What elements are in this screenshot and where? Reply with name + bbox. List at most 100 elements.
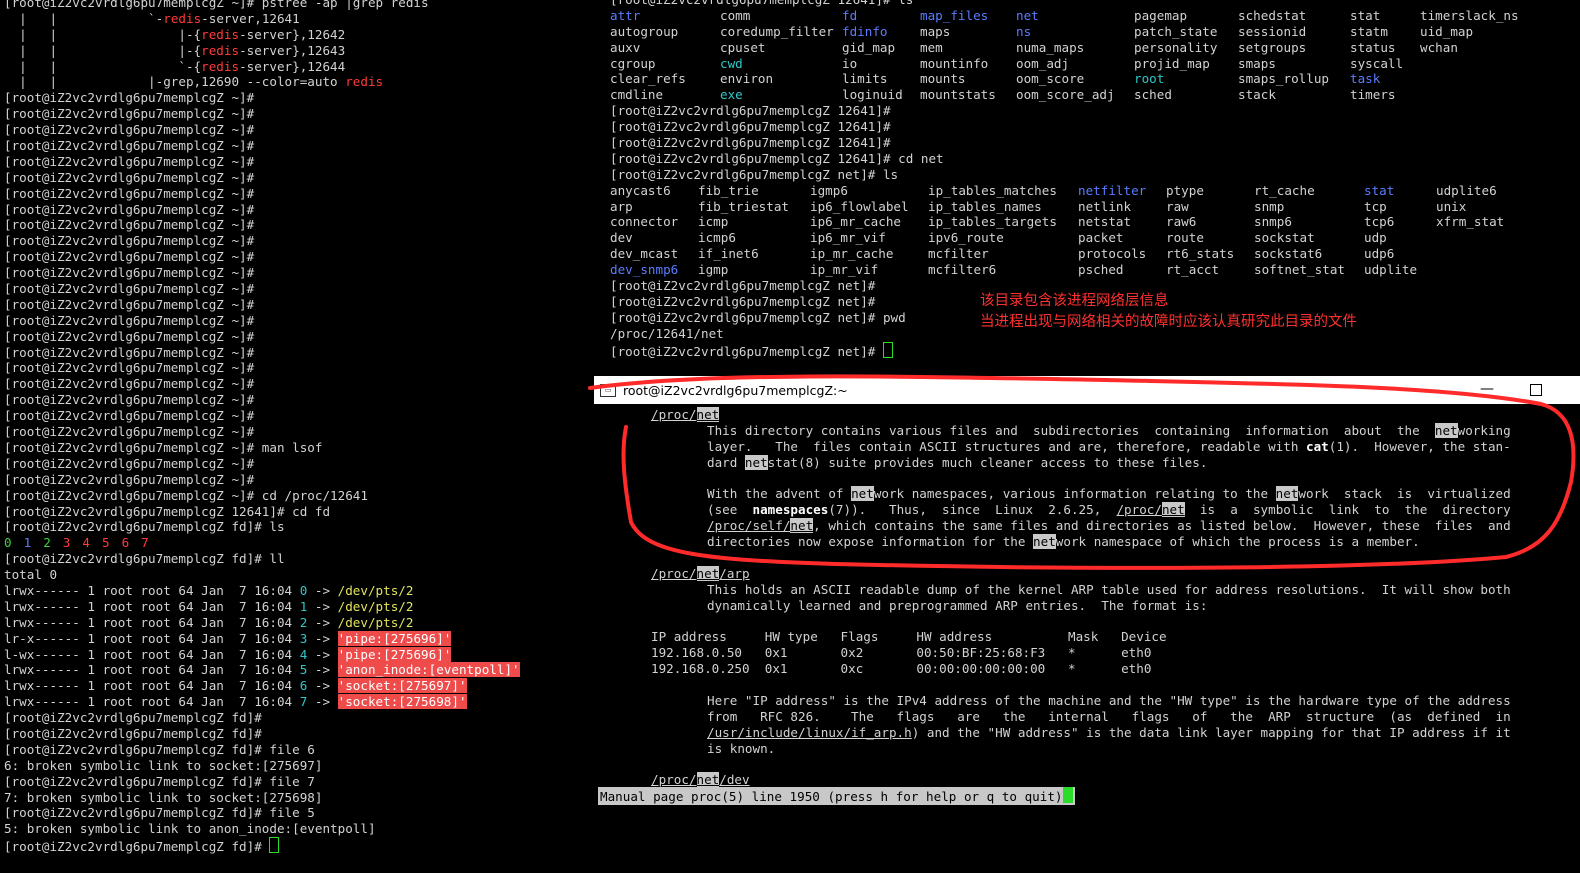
link-target: /dev/pts/2 (337, 582, 414, 598)
command-line: [root@iZ2vc2vrdlg6pu7memplcgZ ~]# cd /pr… (4, 487, 368, 503)
dir-entry: ipv6_route (928, 230, 1004, 246)
fd-entry: 3 (62, 535, 71, 551)
fd-entry: 6 (121, 535, 130, 551)
prompt-line: [root@iZ2vc2vrdlg6pu7memplcgZ ~]# (4, 201, 255, 217)
dir-entry: connector (610, 214, 679, 230)
dir-entry: patch_state (1134, 23, 1218, 39)
pstree-output-line: | | |-{redis-server},12642 (4, 26, 346, 42)
dir-entry: udplite (1364, 262, 1418, 278)
ll-row: lrwx------ 1 root root 64 Jan 7 16:04 6 … (4, 678, 467, 694)
prompt-line: [root@iZ2vc2vrdlg6pu7memplcgZ ~]# (4, 90, 255, 106)
dir-entry: mountstats (920, 87, 996, 103)
pstree-output-line: | | `-redis-server,12641 (4, 10, 300, 26)
output-line: total 0 (4, 567, 58, 583)
pstree-output-line: | | |-grep,12690 --color=auto redis (4, 74, 384, 90)
dir-entry: coredump_filter (720, 23, 834, 39)
command-line: [root@iZ2vc2vrdlg6pu7memplcgZ net]# ls (610, 166, 899, 182)
dir-entry: sockstat (1254, 230, 1315, 246)
fd-number: 1 (299, 598, 308, 614)
link-target: 'socket:[275698]' (337, 694, 467, 710)
dir-entry: smaps_rollup (1238, 71, 1329, 87)
ls-row: autogroup coredump_filter fdinfo maps ns patc… (610, 24, 1580, 40)
ls-row: connector icmp ip6_mr_cache ip_tables_targe… (610, 214, 1580, 230)
man-page-window[interactable]: ▭ root@iZ2vc2vrdlg6pu7memplcgZ:~ — /proc… (594, 376, 1580, 873)
dir-entry: netlink (1078, 198, 1132, 214)
command-line: [root@iZ2vc2vrdlg6pu7memplcgZ fd]# file … (4, 805, 315, 821)
dir-entry: fib_trie (698, 182, 759, 198)
prompt-line: [root@iZ2vc2vrdlg6pu7memplcgZ ~]# (4, 408, 255, 424)
dir-entry: mem (920, 39, 943, 55)
dir-entry: maps (920, 23, 951, 39)
window-titlebar[interactable]: ▭ root@iZ2vc2vrdlg6pu7memplcgZ:~ — (594, 376, 1580, 404)
ls-row: dev_mcast if_inet6 ip_mr_cache mcfilter prot… (610, 246, 1580, 262)
prompt-line: [root@iZ2vc2vrdlg6pu7memplcgZ fd]# (4, 725, 262, 741)
dir-entry: personality (1134, 39, 1218, 55)
minimize-button[interactable]: — (1480, 381, 1494, 397)
dir-entry: cwd (720, 55, 743, 71)
dir-entry: icmp6 (698, 230, 736, 246)
prompt-line: [root@iZ2vc2vrdlg6pu7memplcgZ ~]# (4, 153, 255, 169)
arp-table-header: IP address HW type Flags HW address Mask… (651, 629, 1167, 645)
prompt-line: [root@iZ2vc2vrdlg6pu7memplcgZ fd]# (4, 837, 598, 854)
dir-entry: task (1350, 71, 1381, 87)
ll-row: lr-x------ 1 root root 64 Jan 7 16:04 3 … (4, 630, 452, 646)
dir-entry: projid_map (1134, 55, 1210, 71)
command-line: [root@iZ2vc2vrdlg6pu7memplcgZ fd]# ll (4, 551, 285, 567)
dir-entry: ptype (1166, 182, 1204, 198)
dir-entry: io (842, 55, 858, 71)
pstree-command: [root@iZ2vc2vrdlg6pu7memplcgZ ~]# pstree… (4, 0, 429, 10)
left-terminal[interactable]: [root@iZ2vc2vrdlg6pu7memplcgZ ~]# pstree… (0, 0, 598, 873)
dir-entry: rt_cache (1254, 182, 1315, 198)
dir-entry: softnet_stat (1254, 262, 1345, 278)
dir-entry: mcfilter (928, 246, 989, 262)
dir-entry: ip6_flowlabel (810, 198, 909, 214)
fd-number: 0 (299, 582, 308, 598)
dir-entry: ns (1016, 23, 1032, 39)
dir-entry: snmp6 (1254, 214, 1292, 230)
prompt-line: [root@iZ2vc2vrdlg6pu7memplcgZ ~]# (4, 392, 255, 408)
ls-row: auxv cpuset gid_map mem numa_maps personality… (610, 40, 1580, 56)
dir-entry: ip_mr_vif (810, 262, 879, 278)
dir-entry: ip_tables_targets (928, 214, 1057, 230)
fd-number: 3 (299, 630, 308, 646)
dir-entry: smaps (1238, 55, 1276, 71)
section-heading-proc-net-arp: /proc/net/arp (651, 565, 750, 581)
prompt-line: [root@iZ2vc2vrdlg6pu7memplcgZ ~]# (4, 296, 255, 312)
dir-entry: snmp (1254, 198, 1285, 214)
link-target: /dev/pts/2 (337, 614, 414, 630)
prompt-line: [root@iZ2vc2vrdlg6pu7memplcgZ ~]# (4, 360, 255, 376)
dir-entry: raw (1166, 198, 1189, 214)
dir-entry: mcfilter6 (928, 262, 997, 278)
dir-entry: fd (842, 7, 858, 23)
prompt-line: [root@iZ2vc2vrdlg6pu7memplcgZ ~]# (4, 106, 255, 122)
ls-row: dev_snmp6 igmp ip_mr_vif mcfilter6 psched rt_… (610, 262, 1580, 278)
terminal-cursor (1062, 787, 1073, 803)
dir-entry: stack (1238, 87, 1276, 103)
prompt-line: [root@iZ2vc2vrdlg6pu7memplcgZ ~]# (4, 424, 255, 440)
section-heading-proc-net: /proc/net (651, 407, 720, 422)
prompt-line: [root@iZ2vc2vrdlg6pu7memplcgZ ~]# (4, 471, 255, 487)
fd-listing: 01234567 (4, 535, 598, 551)
ls-row: dev icmp6 ip6_mr_vif ipv6_route packet route s… (610, 230, 1580, 246)
command-line: [root@iZ2vc2vrdlg6pu7memplcgZ 12641]# cd… (610, 150, 944, 166)
ls-row: arp fib_triestat ip6_flowlabel ip_tables_na… (610, 199, 1580, 215)
prompt-line: [root@iZ2vc2vrdlg6pu7memplcgZ ~]# (4, 376, 255, 392)
maximize-button[interactable] (1530, 384, 1542, 396)
output-line: 7: broken symbolic link to socket:[27569… (4, 789, 323, 805)
prompt-line: [root@iZ2vc2vrdlg6pu7memplcgZ ~]# (4, 344, 255, 360)
dir-entry: arp (610, 198, 633, 214)
prompt-line: [root@iZ2vc2vrdlg6pu7memplcgZ ~]# (4, 122, 255, 138)
command-line: [root@iZ2vc2vrdlg6pu7memplcgZ fd]# file … (4, 741, 315, 757)
prompt-line: [root@iZ2vc2vrdlg6pu7memplcgZ ~]# (4, 249, 255, 265)
fd-number: 4 (299, 646, 308, 662)
prompt-line: [root@iZ2vc2vrdlg6pu7memplcgZ 12641]# (610, 135, 891, 151)
dir-entry: udplite6 (1436, 182, 1497, 198)
dir-entry: ip_tables_names (928, 198, 1042, 214)
fd-number: 2 (299, 614, 308, 630)
dir-entry: map_files (920, 7, 989, 23)
dir-entry: netstat (1078, 214, 1132, 230)
dir-entry: dev_mcast (610, 246, 679, 262)
grep-match: redis (163, 10, 202, 26)
dir-entry: igmp (698, 262, 729, 278)
prompt-line: [root@iZ2vc2vrdlg6pu7memplcgZ 12641]# (610, 103, 891, 119)
